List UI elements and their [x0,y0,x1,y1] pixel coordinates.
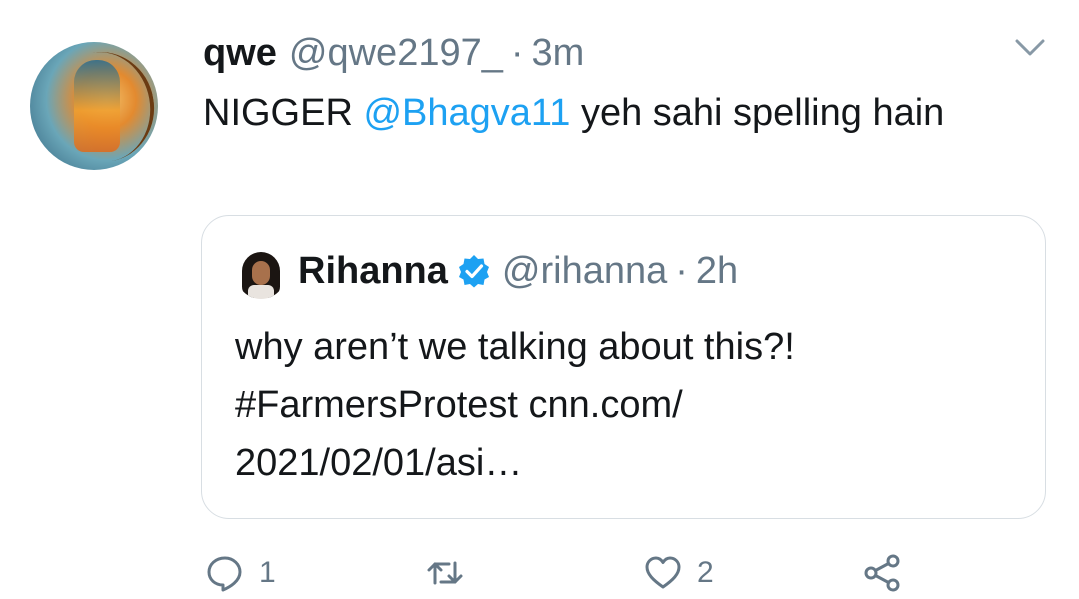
quoted-tweet-header: Rihanna @rihanna · 2h [298,246,738,296]
retweet-icon [427,561,463,585]
quoted-text-line: #FarmersProtest cnn.com/ [235,384,683,426]
author-handle[interactable]: @qwe2197_ [289,32,503,75]
tweet-text-start: NIGGER [203,92,353,134]
avatar-body-shape [248,285,274,299]
reply-icon [207,556,242,592]
author-name[interactable]: qwe [203,32,277,75]
quoted-tweet-text: why aren’t we talking about this?! #Farm… [235,318,1025,492]
quoted-header-separator: · [675,249,688,292]
share-button[interactable] [862,548,902,598]
quoted-text-line: 2021/02/01/asi… [235,442,523,484]
tweet-header: qwe @qwe2197_ · 3m [203,28,584,78]
quoted-tweet-time[interactable]: 2h [696,250,738,293]
reply-button[interactable]: 1 [205,548,276,598]
quoted-author-avatar[interactable] [236,249,286,299]
tweet-text: NIGGER @Bhagva11 yeh sahi spelling hain [203,84,1043,142]
like-icon [645,556,681,589]
chevron-down-icon[interactable] [1013,36,1047,60]
quoted-author-handle[interactable]: @rihanna [502,250,667,293]
quoted-text-line: why aren’t we talking about this?! [235,326,795,368]
header-separator: · [510,31,524,74]
tweet-text-end: yeh sahi spelling hain [580,92,945,134]
tweet-time[interactable]: 3m [532,32,585,75]
quoted-author-name[interactable]: Rihanna [298,250,448,293]
author-avatar[interactable] [30,42,158,170]
share-icon [864,554,900,592]
tweet-actions: 1 2 [0,548,1079,598]
verified-icon [458,255,489,288]
avatar-face-shape [252,261,270,285]
retweet-button[interactable] [425,548,465,598]
avatar-figure-shape [74,60,120,152]
mention-link[interactable]: @Bhagva11 [363,92,570,134]
like-count: 2 [697,556,714,589]
like-button[interactable]: 2 [643,548,714,598]
quoted-tweet-card[interactable]: Rihanna @rihanna · 2h why aren’t we talk… [201,215,1046,519]
reply-count: 1 [259,556,276,589]
